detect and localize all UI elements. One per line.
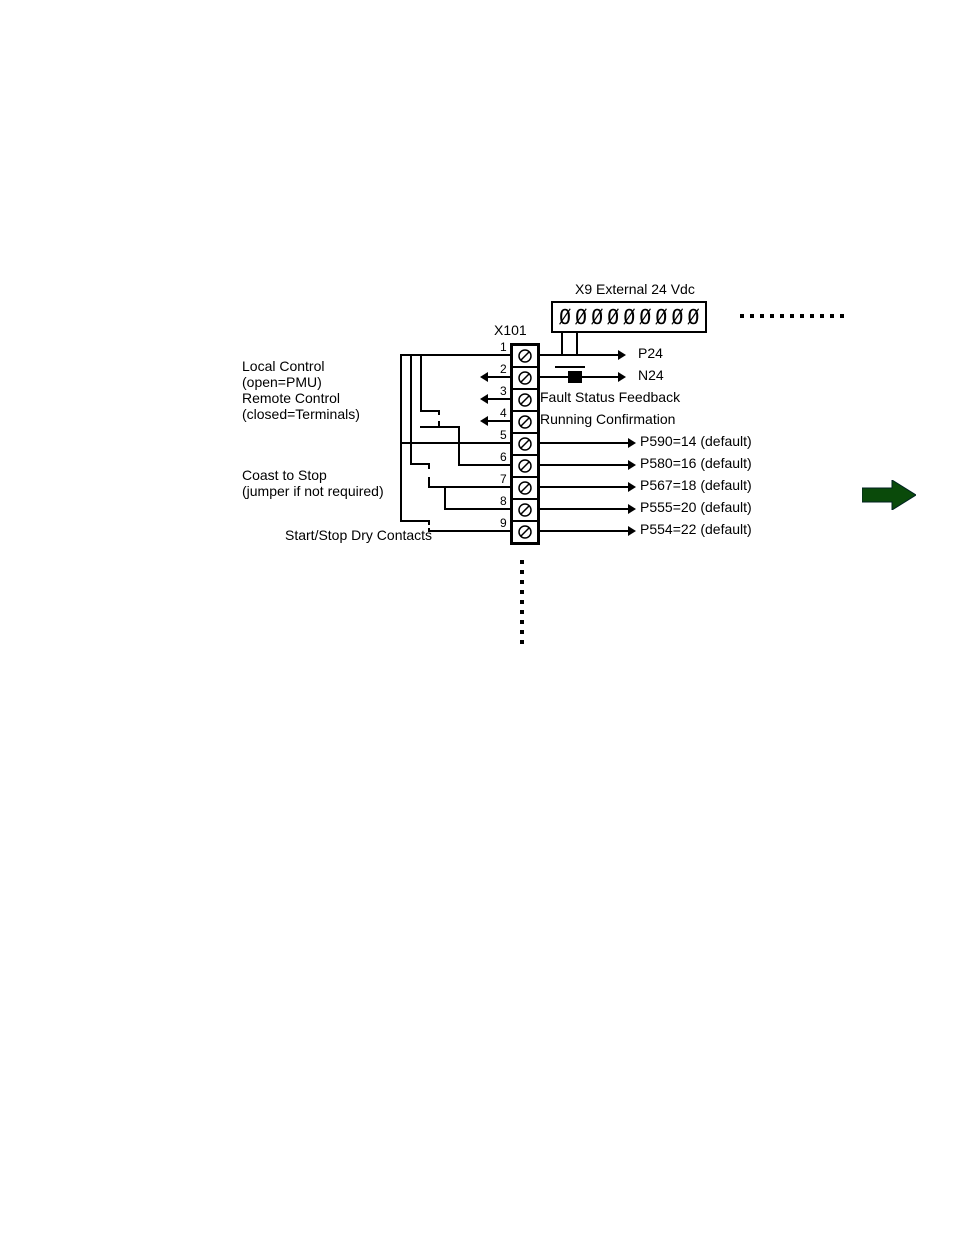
wire-x9-drop-1 xyxy=(561,332,563,354)
wire-lr-drop xyxy=(458,426,460,466)
wire-t7-p567 xyxy=(538,486,628,488)
wire-to-t8 xyxy=(444,508,510,510)
wire-left-bus-a xyxy=(400,354,402,522)
x101-terminal-9 xyxy=(512,521,538,543)
wire-coast-drop xyxy=(444,486,446,510)
label-p555: P555=20 (default) xyxy=(640,499,752,515)
dotted-line-right xyxy=(740,314,844,318)
green-arrow-icon xyxy=(862,480,916,513)
wire-lr-top xyxy=(420,410,440,412)
wire-to-t7 xyxy=(444,486,510,488)
terminal-number-9: 9 xyxy=(500,516,507,530)
contact-ss-a xyxy=(428,520,430,525)
terminal-number-3: 3 xyxy=(500,384,507,398)
x9-slot: Ø xyxy=(623,307,635,327)
wire-t2-n24-a xyxy=(538,376,568,378)
terminal-number-6: 6 xyxy=(500,450,507,464)
wire-t1-p24 xyxy=(538,354,618,356)
label-p24: P24 xyxy=(638,345,663,361)
x9-terminal-block: Ø Ø Ø Ø Ø Ø Ø Ø Ø xyxy=(551,301,707,333)
x101-terminal-6 xyxy=(512,455,538,477)
label-fault: Fault Status Feedback xyxy=(540,389,680,405)
wire-x9-drop-2 xyxy=(576,332,578,354)
wire-lr-bot xyxy=(420,426,440,428)
label-p580: P580=16 (default) xyxy=(640,455,752,471)
wire-left-bus-c xyxy=(420,354,422,412)
wire-lr-out xyxy=(440,426,460,428)
x101-label: X101 xyxy=(494,322,527,338)
label-remote-l2: (closed=Terminals) xyxy=(242,406,360,422)
dotted-line-down xyxy=(520,560,524,644)
contact-lr-a xyxy=(438,410,440,415)
contact-coast-a xyxy=(428,463,430,469)
wire-to-t5 xyxy=(400,442,510,444)
x101-terminal-1 xyxy=(512,345,538,367)
label-p554: P554=22 (default) xyxy=(640,521,752,537)
wire-t6-p580 xyxy=(538,464,628,466)
wire-t9-p554 xyxy=(538,530,628,532)
wire-t8-p555 xyxy=(538,508,628,510)
terminal-number-4: 4 xyxy=(500,406,507,420)
x101-terminal-3 xyxy=(512,389,538,411)
wire-n24-top xyxy=(555,366,585,368)
x9-slot: Ø xyxy=(575,307,587,327)
label-local-l2: (open=PMU) xyxy=(242,374,360,390)
local-remote-label-block: Local Control (open=PMU) Remote Control … xyxy=(242,358,360,422)
label-coast-l2: (jumper if not required) xyxy=(242,483,384,499)
label-remote-l1: Remote Control xyxy=(242,390,360,406)
terminal-number-1: 1 xyxy=(500,340,507,354)
x9-slot: Ø xyxy=(687,307,699,327)
wire-ss-top xyxy=(400,520,430,522)
wire-t2-n24-b xyxy=(582,376,618,378)
arrow-in-t4 xyxy=(488,420,510,422)
x9-slot: Ø xyxy=(639,307,651,327)
x9-slot: Ø xyxy=(559,307,571,327)
fuse-icon xyxy=(568,371,582,383)
label-coast-l1: Coast to Stop xyxy=(242,467,384,483)
wire-t5-p590 xyxy=(538,442,628,444)
x9-slot: Ø xyxy=(591,307,603,327)
label-running: Running Confirmation xyxy=(540,411,675,427)
x101-terminal-5 xyxy=(512,433,538,455)
diagram-page: X9 External 24 Vdc Ø Ø Ø Ø Ø Ø Ø Ø Ø X10… xyxy=(0,0,954,1235)
terminal-number-8: 8 xyxy=(500,494,507,508)
x9-title: X9 External 24 Vdc xyxy=(575,281,695,297)
label-local-l1: Local Control xyxy=(242,358,360,374)
x101-terminal-4 xyxy=(512,411,538,433)
terminal-number-2: 2 xyxy=(500,362,507,376)
label-p590: P590=14 (default) xyxy=(640,433,752,449)
x9-slot: Ø xyxy=(655,307,667,327)
label-start-stop: Start/Stop Dry Contacts xyxy=(285,527,432,543)
label-p567: P567=18 (default) xyxy=(640,477,752,493)
wire-t1-left xyxy=(400,354,510,356)
wire-left-bus-b xyxy=(410,354,412,465)
terminal-number-7: 7 xyxy=(500,472,507,486)
wire-to-t9 xyxy=(428,530,510,532)
arrow-in-t2 xyxy=(488,376,510,378)
x9-slot: Ø xyxy=(671,307,683,327)
x101-terminal-8 xyxy=(512,499,538,521)
coast-label-block: Coast to Stop (jumper if not required) xyxy=(242,467,384,499)
x101-terminal-block xyxy=(510,343,540,545)
wire-coast-top xyxy=(410,463,430,465)
label-n24: N24 xyxy=(638,367,664,383)
wire-to-t6 xyxy=(458,464,510,466)
x101-terminal-2 xyxy=(512,367,538,389)
terminal-number-5: 5 xyxy=(500,428,507,442)
arrow-in-t3 xyxy=(488,398,510,400)
x9-slot: Ø xyxy=(607,307,619,327)
x101-terminal-7 xyxy=(512,477,538,499)
